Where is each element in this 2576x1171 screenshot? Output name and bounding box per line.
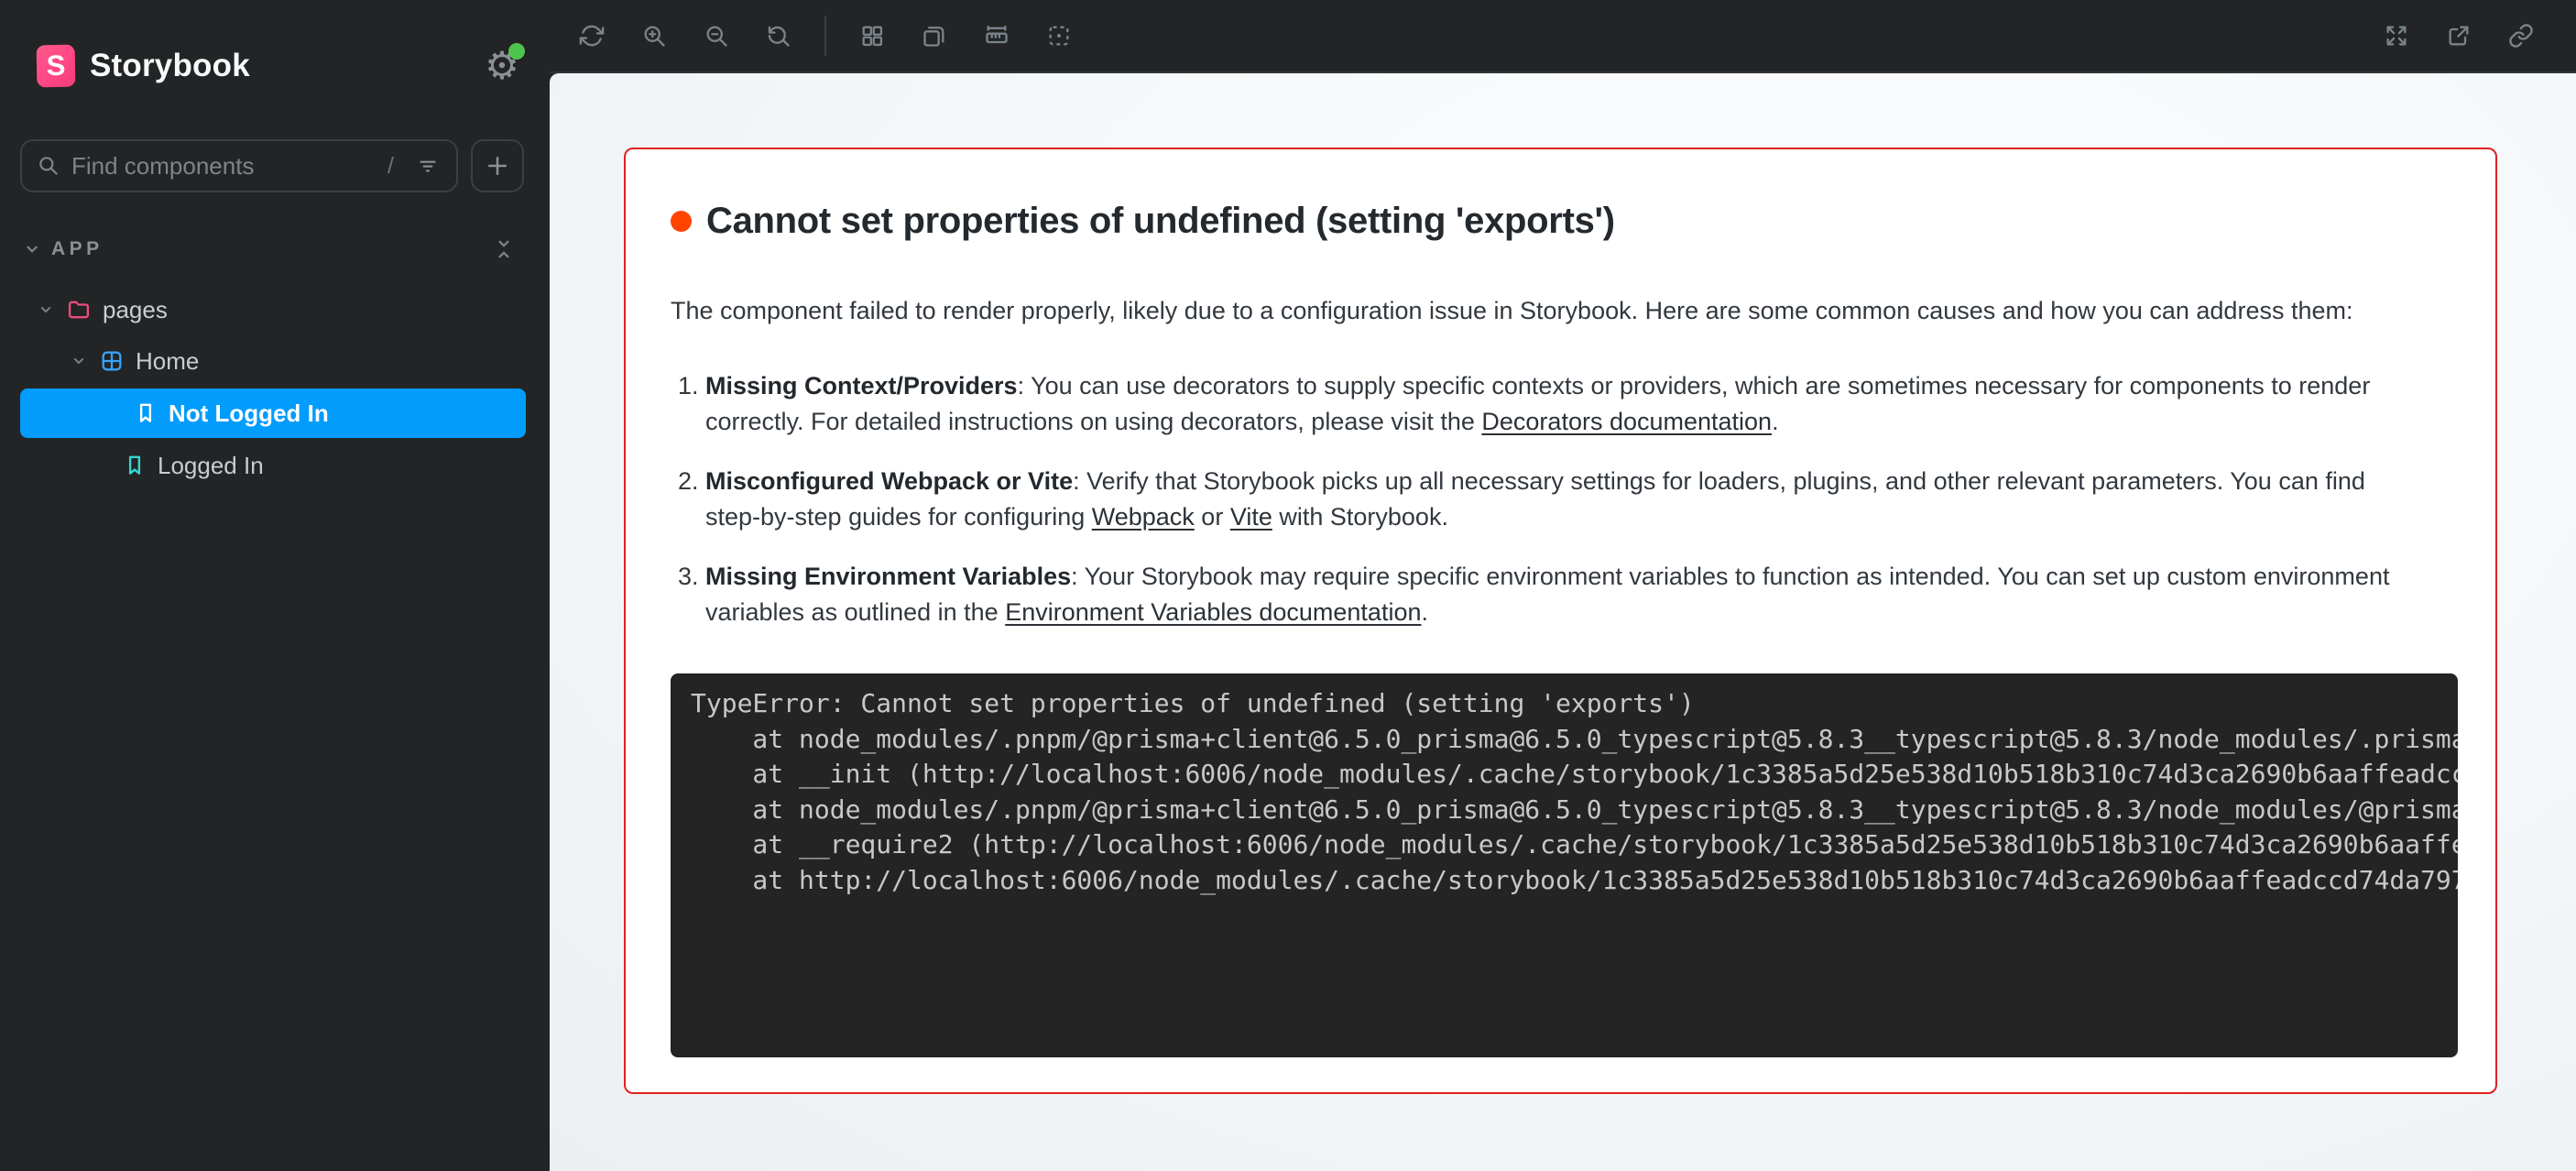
cause-lead: Missing Environment Variables (705, 563, 1071, 590)
copy-link-button[interactable] (2495, 10, 2547, 61)
tree-item-label: Home (136, 347, 199, 376)
grid-icon (859, 23, 885, 49)
error-intro: The component failed to render properly,… (671, 293, 2425, 328)
measure-button[interactable] (971, 10, 1022, 61)
create-story-button[interactable] (471, 139, 524, 192)
doc-link[interactable]: Vite (1230, 503, 1272, 531)
remount-icon (579, 23, 605, 49)
error-title: Cannot set properties of undefined (sett… (706, 201, 1615, 242)
sidebar-item-home[interactable]: Home (70, 337, 199, 385)
grid-toggle-button[interactable] (846, 10, 898, 61)
cause-text: . (1772, 408, 1779, 435)
folder-icon (66, 297, 92, 323)
outline-icon (1046, 23, 1072, 49)
zoom-out-button[interactable] (691, 10, 742, 61)
fullscreen-icon (2384, 23, 2409, 49)
error-dot-icon (671, 211, 692, 232)
error-cause-item: Missing Context/Providers: You can use d… (705, 368, 2425, 440)
error-cause-item: Misconfigured Webpack or Vite: Verify th… (705, 464, 2425, 535)
open-new-tab-button[interactable] (2433, 10, 2484, 61)
tree-item-label: Logged In (158, 452, 264, 480)
cause-text: or (1195, 503, 1230, 531)
error-cause-item: Missing Environment Variables: Your Stor… (705, 559, 2425, 630)
search-shortcut-hint: / (387, 153, 394, 180)
stack-trace-text: TypeError: Cannot set properties of unde… (691, 686, 2458, 899)
sidebar-section-app: APP (51, 238, 104, 260)
stack-trace-block: TypeError: Cannot set properties of unde… (671, 673, 2458, 1057)
chevron-down-icon (37, 301, 55, 319)
error-panel: Cannot set properties of undefined (sett… (624, 148, 2497, 1094)
toolbar-divider (824, 16, 826, 56)
tree-item-label: Not Logged In (169, 399, 329, 428)
remount-button[interactable] (566, 10, 617, 61)
cause-lead: Missing Context/Providers (705, 372, 1018, 399)
zoom-out-icon (704, 23, 729, 49)
sidebar: S Storybook ⚙ Find components / APP (0, 0, 550, 1171)
settings-menu-button[interactable]: ⚙ (478, 42, 526, 90)
cause-text: with Storybook. (1272, 503, 1448, 531)
sidebar-item-not-logged-in[interactable]: Not Logged In (20, 389, 526, 438)
cause-lead: Misconfigured Webpack or Vite (705, 467, 1073, 495)
fullscreen-button[interactable] (2371, 10, 2422, 61)
zoom-reset-icon (766, 23, 791, 49)
viewport-button[interactable] (909, 10, 960, 61)
plus-icon (484, 152, 511, 180)
logo-letter: S (46, 49, 65, 82)
preview-canvas: Cannot set properties of undefined (sett… (550, 73, 2576, 1171)
collapse-all-button[interactable] (486, 231, 522, 268)
ruler-icon (984, 23, 1010, 49)
bookmark-icon (123, 454, 147, 477)
doc-link[interactable]: Webpack (1092, 503, 1195, 531)
filter-icon[interactable] (416, 154, 440, 178)
doc-link[interactable]: Environment Variables documentation (1005, 598, 1421, 626)
bookmark-icon (134, 401, 158, 425)
zoom-in-icon (641, 23, 667, 49)
sidebar-item-logged-in[interactable]: Logged In (123, 442, 264, 489)
collapse-icon (492, 237, 516, 261)
search-placeholder: Find components (71, 152, 387, 181)
brand-row: S Storybook ⚙ (37, 42, 526, 90)
brand-title: Storybook (90, 48, 250, 84)
zoom-in-button[interactable] (628, 10, 680, 61)
sidebar-item-pages[interactable]: pages (37, 286, 168, 334)
error-causes-list: Missing Context/Providers: You can use d… (671, 368, 2425, 630)
link-icon (2508, 23, 2534, 49)
storybook-logo-icon: S (37, 45, 76, 88)
chevron-down-icon (70, 352, 88, 370)
tree-item-label: pages (103, 296, 168, 324)
cause-text: . (1421, 598, 1428, 626)
search-icon (37, 154, 60, 178)
component-icon (99, 348, 125, 374)
outline-toggle-button[interactable] (1033, 10, 1085, 61)
chevron-down-icon[interactable] (22, 239, 42, 259)
update-status-dot (508, 43, 525, 60)
search-input[interactable]: Find components / (20, 139, 458, 192)
viewport-icon (922, 23, 947, 49)
canvas-toolbar (550, 0, 2576, 73)
external-link-icon (2446, 23, 2472, 49)
zoom-reset-button[interactable] (753, 10, 804, 61)
doc-link[interactable]: Decorators documentation (1481, 408, 1772, 435)
